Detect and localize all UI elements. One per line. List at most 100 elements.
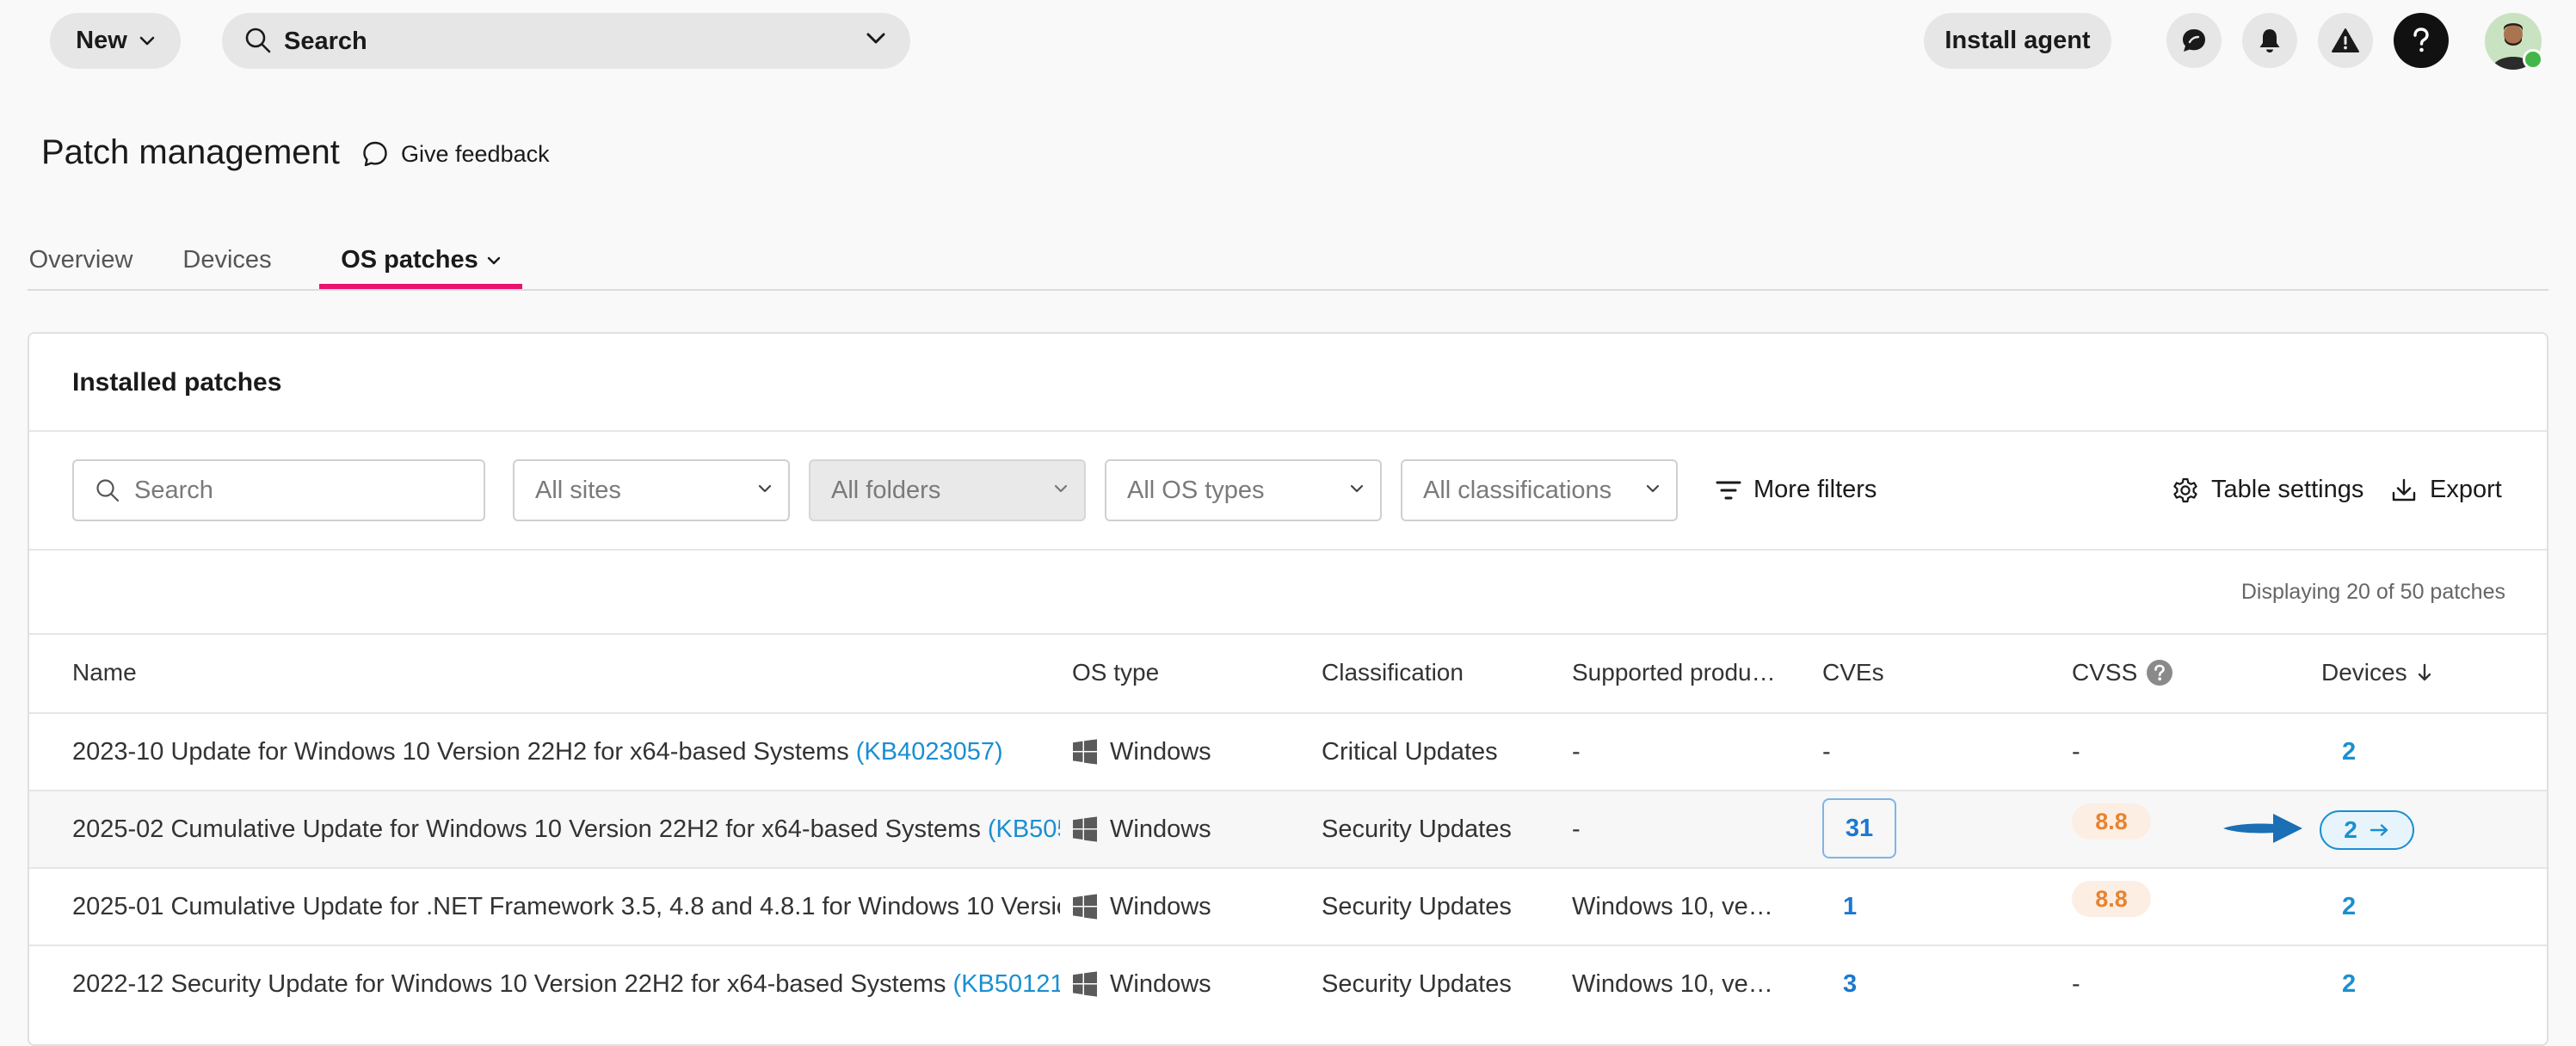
tab-os-patches-label: OS patches bbox=[341, 246, 478, 274]
windows-logo-icon bbox=[1072, 894, 1098, 920]
cves-value: - bbox=[1822, 737, 1831, 766]
table-row[interactable]: 2025-01 Cumulative Update for .NET Frame… bbox=[29, 867, 2547, 944]
table-row[interactable]: 2025-02 Cumulative Update for Windows 10… bbox=[29, 790, 2547, 867]
patch-name-cell: 2025-02 Cumulative Update for Windows 10… bbox=[72, 791, 1060, 867]
windows-logo-icon bbox=[1072, 739, 1098, 765]
devices-link[interactable]: 2 bbox=[2342, 946, 2356, 1022]
feedback-bubble-icon bbox=[361, 140, 389, 168]
chat-button[interactable] bbox=[2166, 13, 2222, 68]
patch-name-cell: 2023-10 Update for Windows 10 Version 22… bbox=[72, 714, 1060, 790]
bell-icon bbox=[2257, 27, 2283, 54]
devices-link[interactable]: 2 bbox=[2320, 810, 2414, 850]
divider bbox=[29, 549, 2547, 551]
cves-link[interactable]: 31 bbox=[1822, 798, 1896, 858]
kb-link[interactable]: (KB501217 bbox=[953, 970, 1060, 999]
arrow-right-icon bbox=[2370, 823, 2390, 837]
filter-icon bbox=[1716, 479, 1741, 501]
divider bbox=[29, 633, 2547, 635]
install-agent-button[interactable]: Install agent bbox=[1924, 13, 2111, 69]
column-header-os-type[interactable]: OS type bbox=[1072, 659, 1159, 686]
patch-search-input[interactable]: Search bbox=[72, 459, 485, 521]
kb-link[interactable]: (KB4023057) bbox=[856, 738, 1003, 766]
more-filters-label: More filters bbox=[1753, 476, 1877, 503]
os-type: Windows bbox=[1110, 815, 1211, 843]
give-feedback-label: Give feedback bbox=[401, 140, 550, 167]
supported-products: Windows 10, vers… bbox=[1572, 893, 1778, 920]
global-search[interactable]: Search bbox=[222, 13, 910, 69]
devices-link[interactable]: 2 bbox=[2342, 869, 2356, 944]
table-row[interactable]: 2022-12 Security Update for Windows 10 V… bbox=[29, 944, 2547, 1022]
os-type-cell: Windows bbox=[1072, 714, 1211, 790]
chevron-down-icon bbox=[1053, 483, 1069, 494]
cves-link[interactable]: 3 bbox=[1843, 970, 1857, 999]
cvss-badge: 8.8 bbox=[2072, 881, 2151, 917]
classification: Critical Updates bbox=[1322, 737, 1498, 766]
chevron-down-icon bbox=[487, 256, 501, 266]
column-header-cves[interactable]: CVEs bbox=[1822, 659, 1884, 686]
column-header-supported-products[interactable]: Supported produ… bbox=[1572, 659, 1776, 686]
patch-name: 2022-12 Security Update for Windows 10 V… bbox=[72, 969, 946, 998]
chevron-down-icon[interactable] bbox=[866, 32, 886, 46]
table-settings-button[interactable]: Table settings bbox=[2172, 476, 2363, 504]
column-header-os-type-label: OS type bbox=[1072, 659, 1160, 686]
os-type: Windows bbox=[1110, 969, 1211, 998]
supported-products: Windows 10, vers… bbox=[1572, 970, 1778, 998]
table-settings-label: Table settings bbox=[2211, 476, 2364, 503]
tab-devices-label: Devices bbox=[182, 246, 272, 274]
cves-link[interactable]: 1 bbox=[1843, 893, 1857, 921]
alerts-button[interactable] bbox=[2318, 13, 2373, 68]
table-row[interactable]: 2023-10 Update for Windows 10 Version 22… bbox=[29, 712, 2547, 790]
cvss-value: - bbox=[2072, 969, 2080, 998]
new-button[interactable]: New bbox=[50, 13, 181, 69]
online-status-dot bbox=[2523, 49, 2543, 70]
tab-overview-label: Overview bbox=[28, 246, 133, 274]
folders-select-value: All folders bbox=[831, 476, 941, 504]
help-button[interactable] bbox=[2394, 13, 2449, 68]
avatar[interactable] bbox=[2485, 13, 2543, 70]
os-types-select[interactable]: All OS types bbox=[1105, 459, 1382, 521]
classification: Security Updates bbox=[1322, 892, 1512, 920]
card-title: Installed patches bbox=[72, 368, 282, 397]
supported-products: - bbox=[1572, 815, 1581, 843]
page-title: Patch management bbox=[41, 133, 340, 171]
divider bbox=[29, 430, 2547, 432]
patch-name-cell: 2025-01 Cumulative Update for .NET Frame… bbox=[72, 869, 1060, 944]
tab-devices[interactable]: Devices bbox=[179, 236, 275, 289]
gear-icon bbox=[2172, 477, 2199, 504]
windows-logo-icon bbox=[1072, 816, 1098, 842]
os-type: Windows bbox=[1110, 892, 1211, 920]
column-header-supported-products-label: Supported produ… bbox=[1572, 659, 1776, 686]
search-icon bbox=[244, 27, 272, 54]
installed-patches-card: Installed patches Search All sites All f… bbox=[28, 332, 2548, 1046]
give-feedback-link[interactable]: Give feedback bbox=[361, 140, 550, 168]
devices-link[interactable]: 2 bbox=[2342, 714, 2356, 790]
tab-overview[interactable]: Overview bbox=[28, 236, 134, 289]
alert-icon bbox=[2331, 28, 2360, 53]
new-button-label: New bbox=[76, 27, 127, 54]
export-button[interactable]: Export bbox=[2390, 476, 2502, 504]
windows-logo-icon bbox=[1072, 971, 1098, 997]
chat-icon bbox=[2179, 26, 2209, 55]
os-type: Windows bbox=[1110, 737, 1211, 766]
cvss-badge: 8.8 bbox=[2072, 803, 2151, 840]
patch-name: 2023-10 Update for Windows 10 Version 22… bbox=[72, 737, 849, 766]
install-agent-label: Install agent bbox=[1944, 27, 2091, 54]
tab-os-patches[interactable]: OS patches bbox=[319, 236, 522, 289]
notifications-button[interactable] bbox=[2242, 13, 2297, 68]
kb-link[interactable]: (KB505 bbox=[988, 815, 1060, 844]
folders-select[interactable]: All folders bbox=[809, 459, 1086, 521]
column-header-cvss[interactable]: CVSS bbox=[2072, 659, 2173, 686]
classifications-select[interactable]: All classifications bbox=[1401, 459, 1678, 521]
column-header-devices-label: Devices bbox=[2321, 659, 2407, 686]
sites-select[interactable]: All sites bbox=[513, 459, 790, 521]
help-icon[interactable] bbox=[2146, 659, 2173, 686]
chevron-down-icon bbox=[1645, 483, 1661, 494]
column-header-name[interactable]: Name bbox=[72, 659, 137, 686]
column-header-devices[interactable]: Devices bbox=[2321, 659, 2433, 686]
column-header-classification[interactable]: Classification bbox=[1322, 659, 1464, 686]
help-icon bbox=[2411, 27, 2431, 54]
export-label: Export bbox=[2430, 476, 2502, 503]
arrow-down-icon bbox=[2416, 662, 2433, 683]
more-filters-button[interactable]: More filters bbox=[1716, 476, 1877, 504]
patch-search-placeholder: Search bbox=[134, 476, 213, 504]
